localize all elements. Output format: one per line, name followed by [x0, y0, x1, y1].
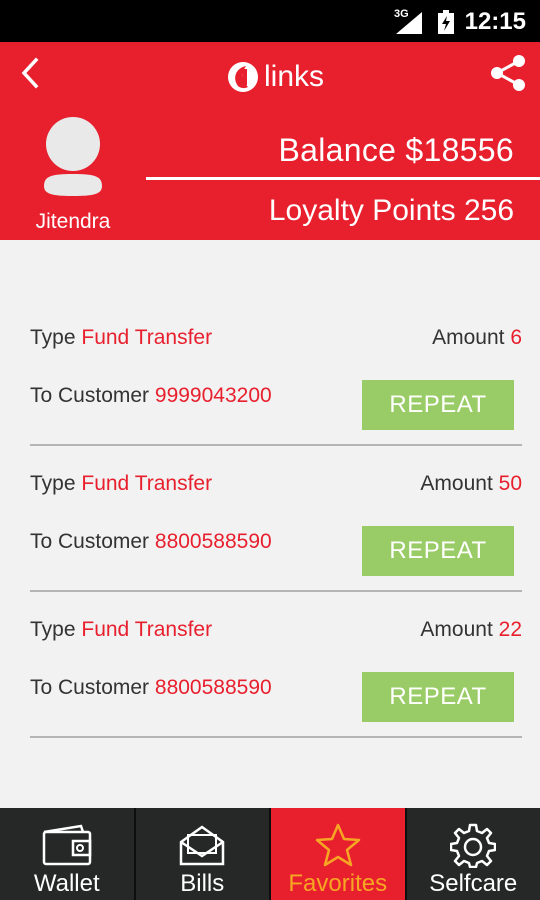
- loyalty-points-text: Loyalty Points 256: [268, 194, 514, 227]
- transaction-recipient: To Customer 9999043200: [30, 384, 272, 408]
- gear-icon: [450, 823, 497, 868]
- to-value: 8800588590: [154, 530, 272, 553]
- nav-selfcare[interactable]: Selfcare: [406, 808, 540, 900]
- star-icon: [315, 823, 360, 867]
- logo-icon: [228, 62, 258, 92]
- share-icon[interactable]: [490, 54, 528, 92]
- bottom-nav: Wallet Bills Favorites Selfcare: [0, 808, 540, 900]
- balance-text: Balance $18556: [278, 132, 514, 168]
- clock: 12:15: [464, 8, 526, 35]
- type-label: Type: [30, 618, 76, 641]
- amount-label: Amount: [420, 618, 493, 641]
- transaction-amount: Amount 6: [432, 326, 522, 350]
- to-value: 8800588590: [154, 676, 272, 699]
- transaction-type: Type Fund Transfer: [30, 472, 212, 496]
- repeat-button[interactable]: REPEAT: [362, 380, 514, 430]
- nav-label: Favorites: [288, 870, 388, 897]
- nav-wallet[interactable]: Wallet: [0, 808, 136, 900]
- nav-label: Selfcare: [429, 870, 518, 897]
- transaction-recipient: To Customer 8800588590: [30, 676, 272, 700]
- header-divider: [146, 177, 540, 180]
- type-label: Type: [30, 472, 76, 495]
- back-icon[interactable]: [14, 56, 48, 90]
- status-bar: 3G 12:15: [0, 0, 540, 42]
- favorites-list: Type Fund Transfer Amount 6 To Customer …: [30, 300, 522, 738]
- to-label: To Customer: [30, 676, 150, 699]
- transaction-recipient: To Customer 8800588590: [30, 530, 272, 554]
- amount-value: 50: [498, 472, 522, 495]
- signal-icon: [396, 12, 422, 34]
- favorite-item: Type Fund Transfer Amount 6 To Customer …: [30, 300, 522, 446]
- amount-label: Amount: [432, 326, 505, 349]
- transaction-amount: Amount 50: [420, 472, 522, 496]
- nav-bills[interactable]: Bills: [135, 808, 271, 900]
- to-value: 9999043200: [154, 384, 272, 407]
- nav-label: Bills: [180, 870, 225, 897]
- type-value: Fund Transfer: [81, 472, 213, 495]
- favorite-item: Type Fund Transfer Amount 50 To Customer…: [30, 446, 522, 592]
- type-value: Fund Transfer: [81, 618, 213, 641]
- nav-favorites[interactable]: Favorites: [271, 808, 407, 900]
- transaction-amount: Amount 22: [420, 618, 522, 642]
- type-value: Fund Transfer: [81, 326, 213, 349]
- favorite-item: Type Fund Transfer Amount 22 To Customer…: [30, 592, 522, 738]
- avatar-icon[interactable]: [38, 116, 108, 200]
- wallet-icon: [42, 824, 91, 866]
- username: Jitendra: [35, 210, 111, 233]
- amount-value: 22: [498, 618, 522, 641]
- amount-value: 6: [510, 326, 522, 349]
- logo-text: links: [264, 60, 325, 93]
- bills-icon: [180, 825, 225, 866]
- battery-icon: [438, 10, 454, 34]
- repeat-button[interactable]: REPEAT: [362, 672, 514, 722]
- account-header: links Jitendra Balance $18556 Loyalty Po…: [0, 42, 540, 240]
- to-label: To Customer: [30, 384, 150, 407]
- transaction-type: Type Fund Transfer: [30, 326, 212, 350]
- app-logo: links: [226, 60, 324, 94]
- to-label: To Customer: [30, 530, 150, 553]
- repeat-button[interactable]: REPEAT: [362, 526, 514, 576]
- nav-label: Wallet: [33, 870, 100, 897]
- amount-label: Amount: [420, 472, 493, 495]
- transaction-type: Type Fund Transfer: [30, 618, 212, 642]
- type-label: Type: [30, 326, 76, 349]
